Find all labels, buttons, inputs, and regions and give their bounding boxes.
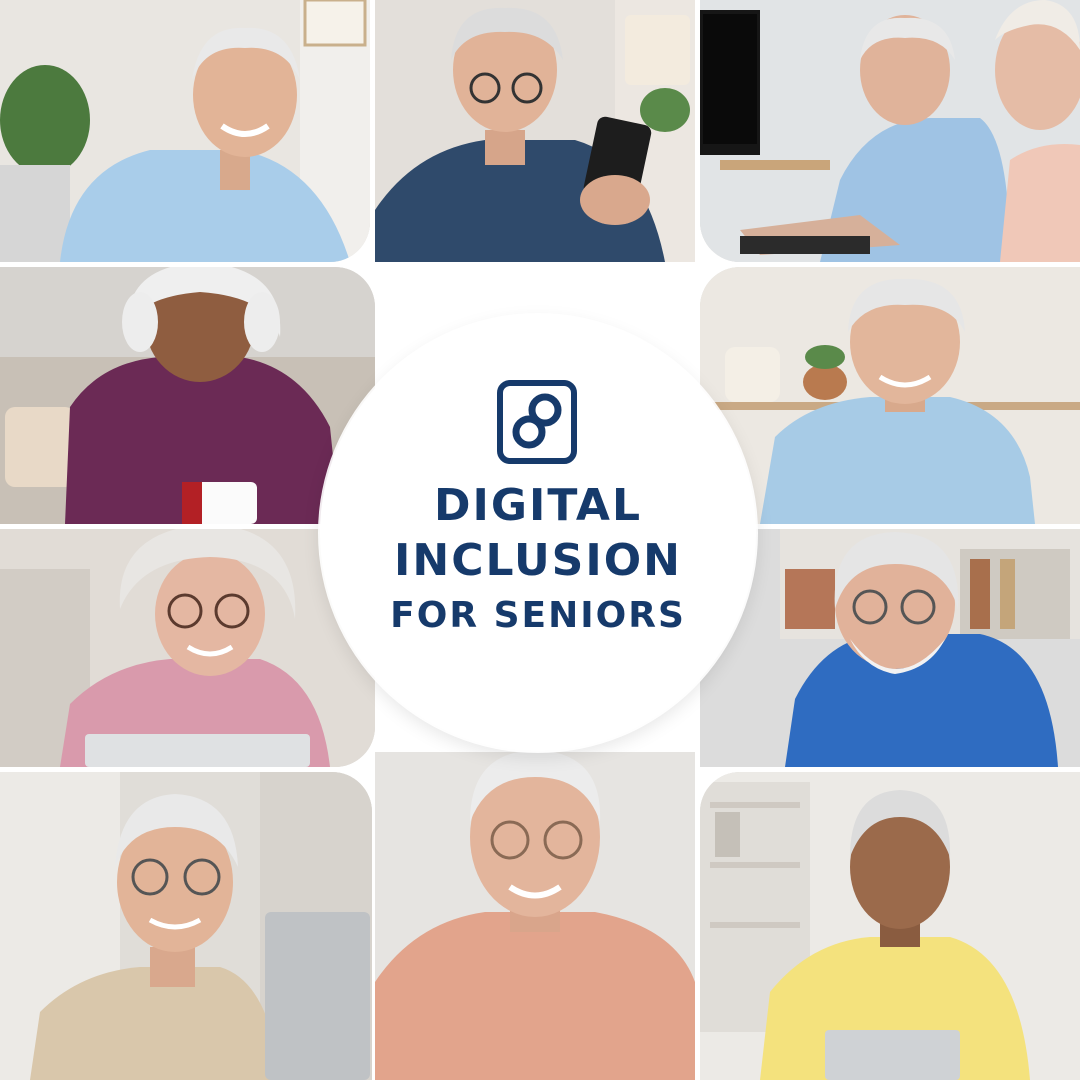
photo-man-light-blue-shirt — [700, 267, 1080, 524]
photo-man-typing-computer — [700, 0, 1080, 262]
title-line-3: FOR SENIORS — [390, 595, 686, 636]
photo-man-blue-shirt-laptop — [0, 0, 370, 262]
photo-man-white-beard-blue-polo — [700, 529, 1080, 767]
photo-man-glasses-beige-sweater-laptop — [0, 772, 372, 1080]
photo-man-yellow-polo-writing — [700, 772, 1080, 1080]
photo-man-smartphone — [375, 0, 695, 262]
title-line-1: DIGITAL — [433, 480, 643, 531]
linked-rings-logo-icon — [497, 380, 577, 464]
title-line-2: INCLUSION — [394, 535, 682, 586]
photo-man-salmon-shirt — [375, 752, 695, 1080]
photo-woman-holding-mug — [0, 267, 375, 524]
photo-woman-glasses-pink-top-laptop — [0, 529, 375, 767]
